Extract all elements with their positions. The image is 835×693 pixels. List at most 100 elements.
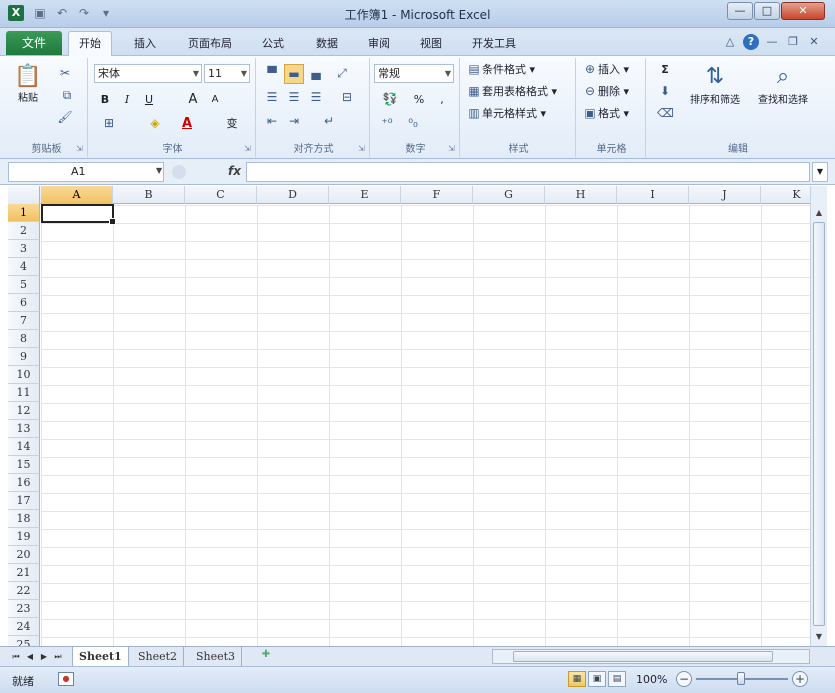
sort-filter-button[interactable]: ⇅ 排序和筛选 [682, 60, 748, 130]
font-color-button[interactable]: A [174, 114, 200, 134]
sheet-tab-1[interactable]: Sheet1 [72, 647, 129, 666]
column-header[interactable]: D [257, 186, 329, 204]
find-select-button[interactable]: ⌕ 查找和选择 [750, 60, 816, 130]
row-header[interactable]: 17 [8, 492, 40, 510]
phonetic-button[interactable]: 变 [220, 114, 244, 134]
row-header[interactable]: 23 [8, 600, 40, 618]
align-top-button[interactable]: ▀ [262, 64, 282, 84]
row-header[interactable]: 15 [8, 456, 40, 474]
expand-formula-bar-button[interactable]: ▼ [812, 162, 828, 182]
borders-button[interactable]: ⊞ [96, 114, 122, 134]
row-header[interactable]: 6 [8, 294, 40, 312]
cut-button[interactable]: ✂ [54, 64, 76, 84]
conditional-formatting-button[interactable]: ▤ 条件格式 ▾ [466, 60, 570, 80]
insert-sheet-icon[interactable]: ✚ [258, 649, 274, 663]
increase-indent-button[interactable]: ⇥ [284, 112, 304, 132]
column-header[interactable]: G [473, 186, 545, 204]
comma-style-button[interactable]: , [434, 90, 450, 110]
formula-input[interactable] [246, 162, 810, 182]
name-box[interactable]: A1 [8, 162, 164, 182]
align-middle-button[interactable]: ▬ [284, 64, 304, 84]
sheet-tab-3[interactable]: Sheet3 [190, 647, 243, 666]
column-header[interactable]: E [329, 186, 401, 204]
scroll-up-icon[interactable]: ▲ [812, 206, 826, 220]
select-all-button[interactable] [8, 186, 40, 204]
row-header[interactable]: 14 [8, 438, 40, 456]
merge-center-button[interactable]: ⊟ [332, 88, 362, 108]
collapse-ribbon-icon[interactable]: △ [722, 34, 738, 50]
row-header[interactable]: 2 [8, 222, 40, 240]
clipboard-launcher-icon[interactable]: ⇲ [76, 145, 84, 153]
record-macro-icon[interactable]: ● [58, 672, 74, 686]
tab-review[interactable]: 审阅 [360, 33, 398, 55]
doc-restore-icon[interactable]: ❐ [785, 34, 801, 50]
delete-cells-button[interactable]: ⊖ 删除 ▾ [582, 82, 642, 102]
doc-close-icon[interactable]: ✕ [806, 34, 822, 50]
horizontal-scrollbar[interactable] [492, 649, 810, 664]
orientation-button[interactable]: ⤢ [332, 64, 352, 84]
page-break-view-button[interactable]: ▤ [608, 671, 626, 687]
row-header[interactable]: 11 [8, 384, 40, 402]
active-cell[interactable] [41, 204, 116, 225]
align-bottom-button[interactable]: ▄ [306, 64, 326, 84]
alignment-launcher-icon[interactable]: ⇲ [358, 145, 366, 153]
normal-view-button[interactable]: ▦ [568, 671, 586, 687]
tab-view[interactable]: 视图 [412, 33, 450, 55]
row-header[interactable]: 20 [8, 546, 40, 564]
column-header[interactable]: B [113, 186, 185, 204]
close-button[interactable]: ✕ [781, 2, 825, 20]
maximize-button[interactable]: □ [754, 2, 780, 20]
format-cells-button[interactable]: ▣ 格式 ▾ [582, 104, 642, 124]
doc-minimize-icon[interactable]: — [764, 34, 780, 50]
row-header[interactable]: 4 [8, 258, 40, 276]
chevron-down-icon[interactable]: ▼ [156, 166, 162, 175]
tab-home[interactable]: 开始 [68, 31, 112, 56]
column-header[interactable]: K [761, 186, 810, 204]
column-header[interactable]: J [689, 186, 761, 204]
tab-file[interactable]: 文件 [6, 31, 62, 55]
font-size-combo[interactable]: 11 ▼ [204, 64, 250, 83]
align-left-button[interactable]: ☰ [262, 88, 282, 108]
tab-insert[interactable]: 插入 [126, 33, 164, 55]
tab-data[interactable]: 数据 [308, 33, 346, 55]
align-right-button[interactable]: ☰ [306, 88, 326, 108]
row-header[interactable]: 18 [8, 510, 40, 528]
vertical-scroll-thumb[interactable] [813, 222, 825, 626]
percent-button[interactable]: % [410, 90, 428, 110]
cell-styles-button[interactable]: ▥ 单元格样式 ▾ [466, 104, 570, 124]
insert-cells-button[interactable]: ⊕ 插入 ▾ [582, 60, 642, 80]
row-header[interactable]: 8 [8, 330, 40, 348]
format-as-table-button[interactable]: ▦ 套用表格格式 ▾ [466, 82, 574, 102]
row-header[interactable]: 10 [8, 366, 40, 384]
wrap-text-button[interactable]: ↵ [316, 112, 342, 132]
cell-area[interactable] [41, 205, 810, 646]
font-launcher-icon[interactable]: ⇲ [244, 145, 252, 153]
row-header[interactable]: 19 [8, 528, 40, 546]
format-painter-button[interactable]: 🖌 [54, 108, 76, 128]
vertical-scrollbar[interactable]: ▲ ▼ [810, 186, 827, 646]
minimize-button[interactable]: — [727, 2, 753, 20]
row-header[interactable]: 24 [8, 618, 40, 636]
tab-page-layout[interactable]: 页面布局 [180, 33, 240, 55]
next-sheet-icon[interactable]: ▶ [38, 650, 50, 664]
column-header[interactable]: C [185, 186, 257, 204]
clear-button[interactable]: ⌫ [652, 104, 678, 124]
row-header[interactable]: 7 [8, 312, 40, 330]
fill-button[interactable]: ⬇ [652, 82, 678, 102]
row-header[interactable]: 5 [8, 276, 40, 294]
copy-button[interactable]: ⧉ [54, 86, 80, 106]
last-sheet-icon[interactable]: ⏭ [52, 650, 64, 664]
decrease-indent-button[interactable]: ⇤ [262, 112, 282, 132]
tab-developer[interactable]: 开发工具 [464, 33, 524, 55]
row-header[interactable]: 25 [8, 636, 40, 646]
page-layout-view-button[interactable]: ▣ [588, 671, 606, 687]
help-icon[interactable]: ? [743, 34, 759, 50]
tab-formulas[interactable]: 公式 [254, 33, 292, 55]
first-sheet-icon[interactable]: ⏮ [10, 650, 22, 664]
zoom-out-button[interactable]: − [676, 671, 692, 687]
shrink-font-button[interactable]: A [206, 90, 224, 110]
accounting-format-button[interactable]: 💱 [376, 90, 404, 110]
column-header[interactable]: I [617, 186, 689, 204]
autosum-button[interactable]: Σ [652, 60, 678, 80]
underline-button[interactable]: U [140, 90, 158, 110]
